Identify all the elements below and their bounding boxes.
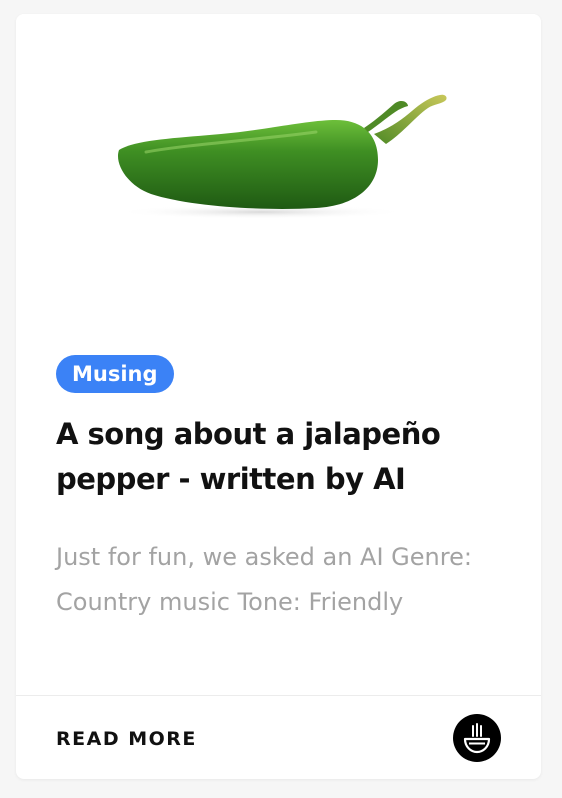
read-more-link[interactable]: READ MORE	[56, 725, 197, 753]
post-image[interactable]	[16, 14, 541, 314]
jalapeno-pepper-image	[116, 94, 447, 219]
footer-divider	[16, 695, 541, 696]
post-excerpt: Just for fun, we asked an AI Genre: Coun…	[56, 543, 472, 616]
category-badge[interactable]: Musing	[56, 355, 174, 393]
post-title[interactable]: A song about a jalapeño pepper - written…	[56, 412, 496, 502]
post-card[interactable]: Musing A song about a jalapeño pepper - …	[16, 14, 541, 779]
bowl-logo-icon[interactable]	[453, 714, 501, 762]
